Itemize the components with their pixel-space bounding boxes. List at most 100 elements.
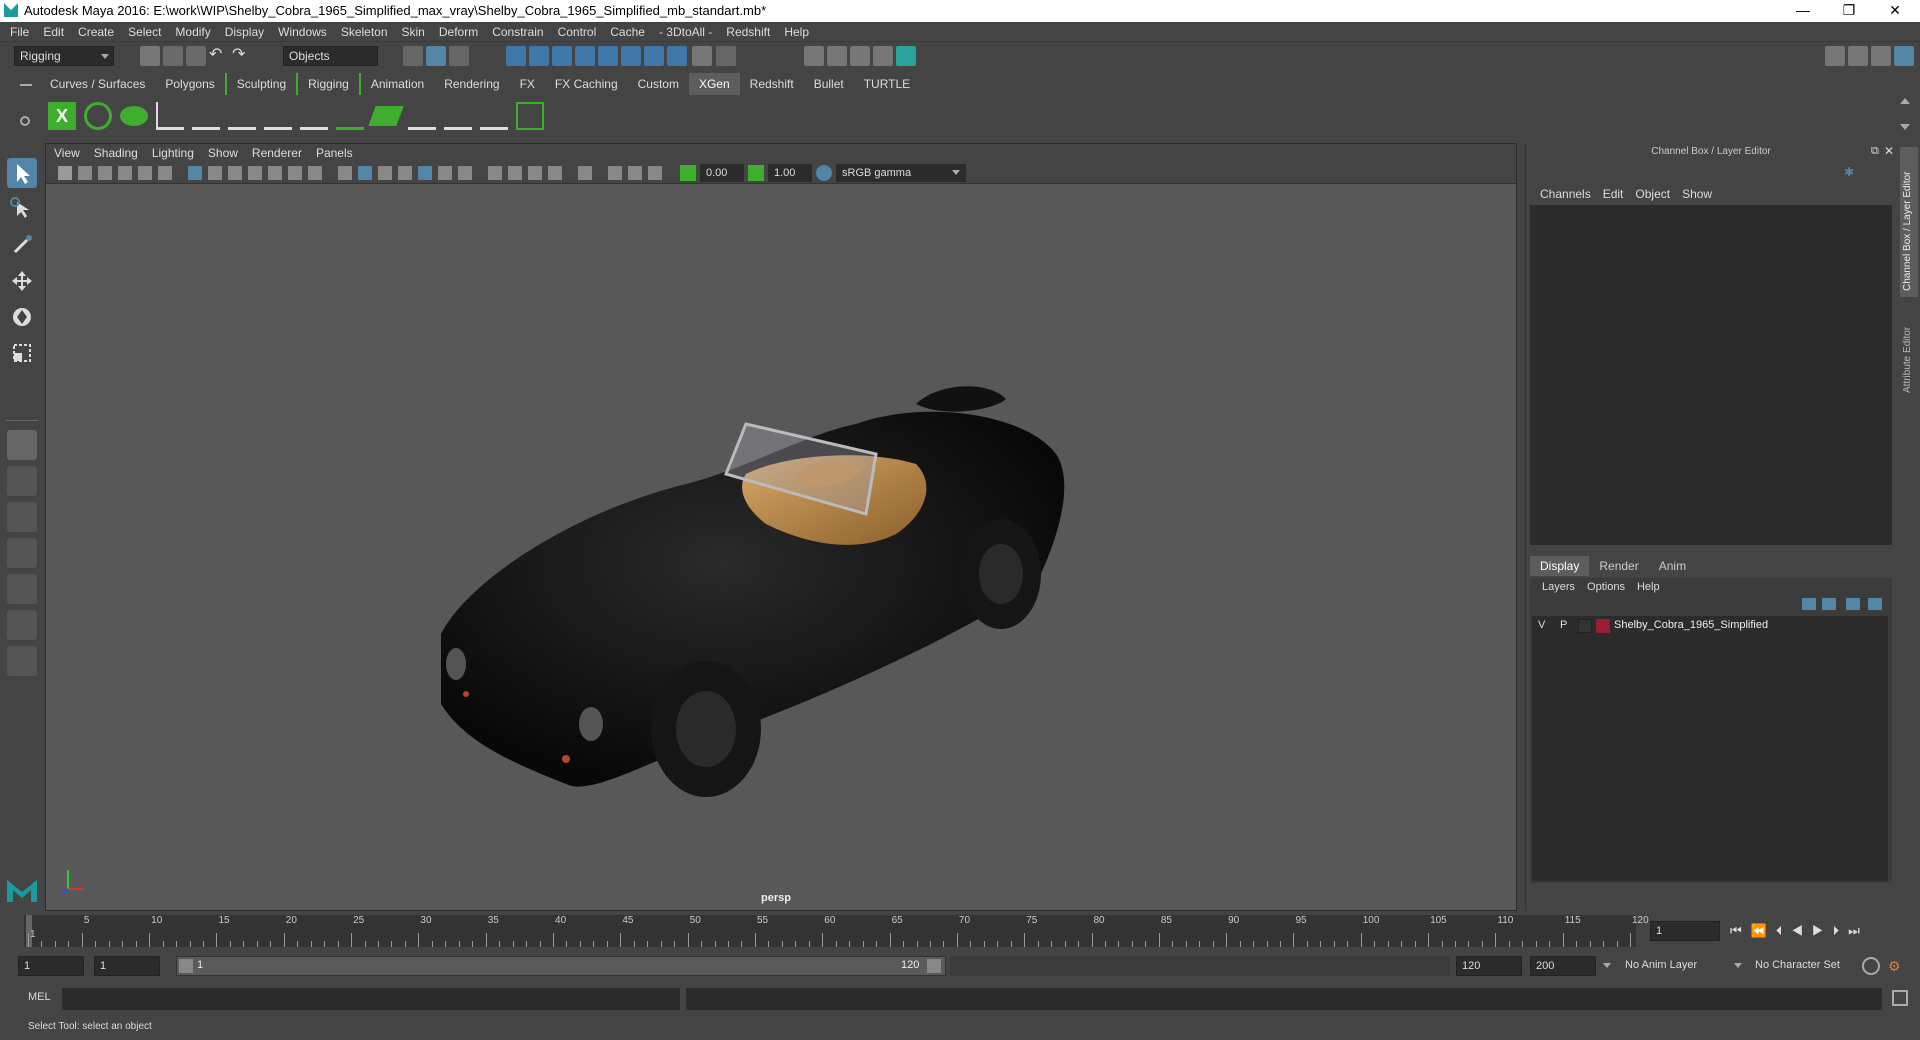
snap-curve-icon[interactable] bbox=[529, 46, 549, 66]
move-layer-down-icon[interactable] bbox=[1822, 598, 1836, 610]
xgen-preview-icon[interactable] bbox=[84, 102, 112, 130]
shelf-tab-curves-surfaces[interactable]: Curves / Surfaces bbox=[40, 73, 155, 95]
exposure-field[interactable]: 0.00 bbox=[700, 164, 744, 182]
scale-tool-icon[interactable] bbox=[7, 338, 37, 368]
ambient-occlusion-icon[interactable] bbox=[488, 166, 502, 180]
vp-menu-renderer[interactable]: Renderer bbox=[245, 144, 309, 162]
menu-modify[interactable]: Modify bbox=[168, 22, 217, 42]
wireframe-icon[interactable] bbox=[338, 166, 352, 180]
viewport-canvas[interactable]: persp bbox=[46, 184, 1516, 910]
play-back-icon[interactable]: ◀ bbox=[1791, 923, 1812, 938]
wireframe-on-shaded-icon[interactable] bbox=[378, 166, 392, 180]
gamma-field[interactable]: 1.00 bbox=[768, 164, 812, 182]
range-slider[interactable]: 1 120 bbox=[176, 956, 946, 976]
time-slider[interactable]: 1 5 10 15 20 25 30 35 40 45 50 55 60 65 70 75 80 85 90 95 10… bbox=[0, 913, 1920, 951]
move-layer-up-icon[interactable] bbox=[1802, 598, 1816, 610]
persp-outliner-layout-icon[interactable] bbox=[7, 502, 37, 532]
persp-graph-layout-icon[interactable] bbox=[7, 538, 37, 568]
animation-end-field[interactable]: 200 bbox=[1530, 956, 1596, 976]
gamma-icon[interactable] bbox=[748, 165, 764, 181]
range-start-handle[interactable] bbox=[179, 959, 193, 973]
shelf-tab-sculpting[interactable]: Sculpting bbox=[224, 73, 296, 95]
playback-start-field[interactable]: 1 bbox=[94, 956, 160, 976]
layer-tab-render[interactable]: Render bbox=[1589, 556, 1648, 576]
new-scene-icon[interactable] bbox=[140, 46, 160, 66]
layer-tab-display[interactable]: Display bbox=[1530, 556, 1590, 576]
safe-title-icon[interactable] bbox=[308, 166, 322, 180]
menu-display[interactable]: Display bbox=[218, 22, 271, 42]
shelf-scroll-down-icon[interactable] bbox=[1900, 124, 1910, 130]
xgen-length-icon[interactable] bbox=[480, 102, 508, 130]
shelf-tab-bullet[interactable]: Bullet bbox=[804, 73, 854, 95]
xgen-comb-icon[interactable] bbox=[444, 102, 472, 130]
resolution-gate-icon[interactable] bbox=[228, 166, 242, 180]
layout-icon-2[interactable] bbox=[1848, 46, 1868, 66]
vp-menu-shading[interactable]: Shading bbox=[87, 144, 145, 162]
snap-live-icon[interactable] bbox=[644, 46, 664, 66]
depth-of-field-icon[interactable] bbox=[548, 166, 562, 180]
default-material-icon[interactable] bbox=[398, 166, 412, 180]
cb-menu-show[interactable]: Show bbox=[1676, 185, 1718, 203]
lock-icon[interactable] bbox=[692, 46, 712, 66]
anti-aliasing-icon[interactable] bbox=[528, 166, 542, 180]
xgen-select-guide-icon[interactable] bbox=[264, 102, 292, 130]
shelf-tab-redshift[interactable]: Redshift bbox=[740, 73, 804, 95]
minimize-button[interactable]: — bbox=[1780, 0, 1826, 22]
axis-toggle-icon[interactable]: ✱ bbox=[1844, 165, 1858, 179]
auto-key-icon[interactable] bbox=[1862, 957, 1880, 975]
shelf-tab-rendering[interactable]: Rendering bbox=[434, 73, 509, 95]
xgen-density-icon[interactable] bbox=[368, 106, 404, 126]
step-back-frame-icon[interactable]: ⏴ bbox=[1776, 923, 1792, 938]
shelf-tab-polygons[interactable]: Polygons bbox=[155, 73, 224, 95]
menu-edit[interactable]: Edit bbox=[36, 22, 71, 42]
xgen-description-icon[interactable] bbox=[120, 106, 148, 126]
le-menu-layers[interactable]: Layers bbox=[1536, 578, 1581, 596]
layout-icon-3[interactable] bbox=[1871, 46, 1891, 66]
selection-mode-dropdown[interactable]: Objects bbox=[283, 46, 378, 66]
redo-icon[interactable]: ↷ bbox=[232, 46, 252, 66]
shelf-menu-icon[interactable] bbox=[20, 84, 32, 86]
current-frame-field[interactable]: 1 bbox=[1650, 921, 1720, 941]
xgen-guides-icon[interactable] bbox=[156, 102, 184, 130]
xgen-sculpt-icon[interactable] bbox=[336, 102, 364, 130]
new-layer-selected-icon[interactable] bbox=[1868, 598, 1882, 610]
script-editor-icon[interactable] bbox=[1892, 990, 1908, 1006]
xgen-lock-guide-icon[interactable] bbox=[300, 102, 328, 130]
playback-end-field[interactable]: 120 bbox=[1456, 956, 1522, 976]
close-panel-icon[interactable]: ✕ bbox=[1884, 145, 1896, 157]
lasso-tool-icon[interactable] bbox=[7, 194, 37, 224]
range-end-handle[interactable] bbox=[927, 959, 941, 973]
single-perspective-layout-icon[interactable] bbox=[7, 430, 37, 460]
menuset-dropdown[interactable]: Rigging bbox=[14, 46, 114, 66]
select-object-icon[interactable] bbox=[426, 46, 446, 66]
bookmark-icon[interactable] bbox=[98, 166, 112, 180]
layer-row[interactable]: V P Shelby_Cobra_1965_Simplified bbox=[1532, 616, 1888, 636]
color-space-dropdown[interactable]: sRGB gamma bbox=[836, 164, 966, 182]
exposure-icon[interactable] bbox=[680, 165, 696, 181]
snap-view-icon[interactable] bbox=[575, 46, 595, 66]
layer-color-swatch[interactable] bbox=[1596, 619, 1610, 633]
xgen-cut-icon[interactable] bbox=[408, 102, 436, 130]
maximize-button[interactable]: ❐ bbox=[1826, 0, 1872, 22]
xgen-place-guide-icon[interactable] bbox=[228, 102, 256, 130]
shelf-tab-custom[interactable]: Custom bbox=[628, 73, 689, 95]
side-tab-channel-box[interactable]: Channel Box / Layer Editor bbox=[1900, 147, 1918, 297]
layout-icon-1[interactable] bbox=[1825, 46, 1845, 66]
render-sequence-icon[interactable] bbox=[827, 46, 847, 66]
xgen-export-icon[interactable] bbox=[516, 102, 544, 130]
layer-type-toggle[interactable] bbox=[1578, 619, 1592, 633]
field-chart-icon[interactable] bbox=[268, 166, 282, 180]
xgen-editor-icon[interactable]: X bbox=[48, 102, 76, 130]
go-to-start-icon[interactable]: ⏮ bbox=[1730, 923, 1751, 938]
menu-file[interactable]: File bbox=[0, 22, 36, 42]
snap-surface-icon[interactable] bbox=[598, 46, 618, 66]
menu-control[interactable]: Control bbox=[551, 22, 604, 42]
isolate-select-icon[interactable] bbox=[578, 166, 592, 180]
snap-vertex-icon[interactable] bbox=[621, 46, 641, 66]
cb-menu-edit[interactable]: Edit bbox=[1597, 185, 1630, 203]
step-forward-frame-icon[interactable]: ⏵ bbox=[1833, 923, 1849, 938]
menu-skeleton[interactable]: Skeleton bbox=[334, 22, 395, 42]
construction-history-icon[interactable] bbox=[716, 46, 736, 66]
menu-3dtoall[interactable]: - 3DtoAll - bbox=[652, 22, 719, 42]
step-back-key-icon[interactable]: ⏪ bbox=[1751, 923, 1776, 938]
